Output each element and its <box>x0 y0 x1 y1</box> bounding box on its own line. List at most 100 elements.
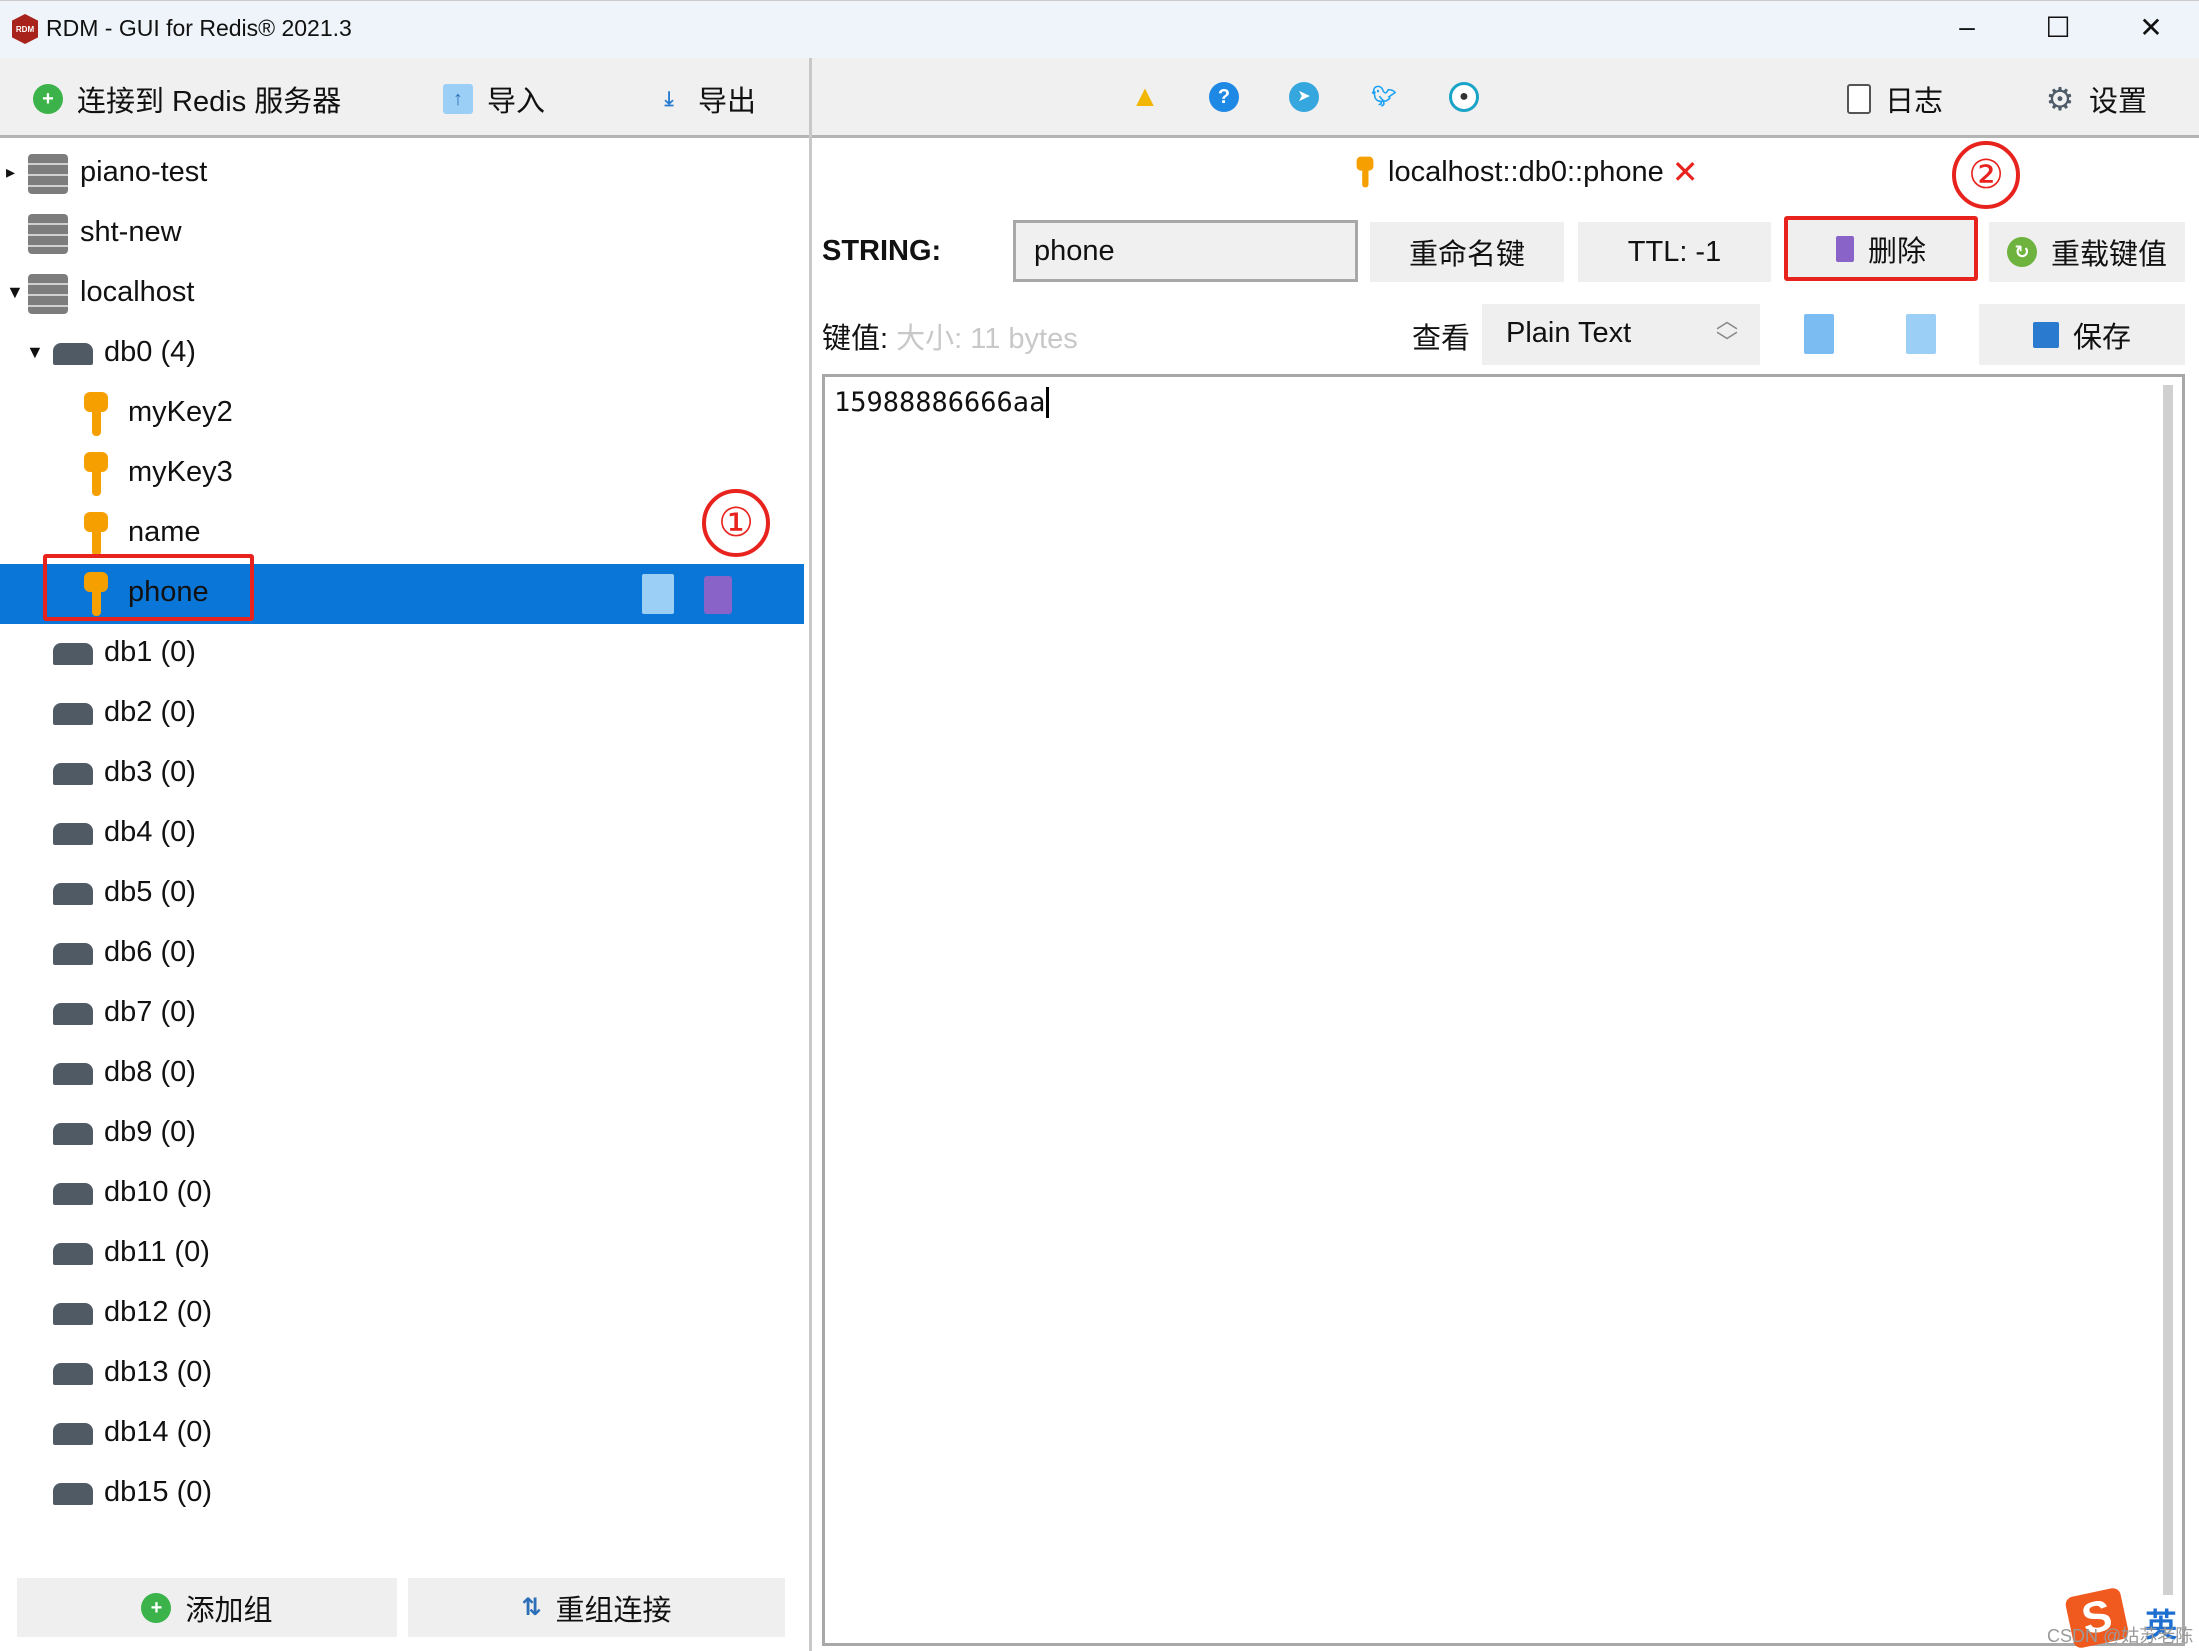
reload-label: 重载键值 <box>2050 239 2167 271</box>
connect-button[interactable]: + 连接到 Redis 服务器 <box>33 78 341 120</box>
delete-key-icon[interactable] <box>704 576 732 614</box>
tree-item[interactable]: db6 (0) <box>0 924 804 984</box>
value-label: 键值: <box>822 323 889 355</box>
tree-item-label: db12 (0) <box>104 1296 213 1328</box>
add-group-button[interactable]: + 添加组 <box>17 1578 397 1637</box>
log-button[interactable]: 日志 <box>1847 78 1943 120</box>
database-icon <box>53 1183 93 1205</box>
settings-button[interactable]: ⚙ 设置 <box>2045 78 2147 120</box>
server-icon <box>28 214 68 254</box>
tree-item-label: db1 (0) <box>104 636 196 668</box>
tree-item[interactable]: db15 (0) <box>0 1464 804 1524</box>
tree-item[interactable]: db5 (0) <box>0 864 804 924</box>
key-icon <box>81 392 111 436</box>
value-editor[interactable]: 15988886666aa <box>822 374 2185 1646</box>
scrollbar[interactable] <box>2163 385 2173 1595</box>
maximize-button[interactable]: ☐ <box>2038 11 2078 44</box>
value-size: 大小: 11 bytes <box>896 323 1078 355</box>
tree-item-label: name <box>128 516 201 548</box>
tree-item[interactable]: myKey3 <box>0 444 804 504</box>
server-icon <box>28 154 68 194</box>
value-info: 键值: 大小: 11 bytes <box>822 315 1078 357</box>
tree-item[interactable]: db8 (0) <box>0 1044 804 1104</box>
add-group-label: 添加组 <box>185 1594 273 1627</box>
tree-item[interactable]: db11 (0) <box>0 1224 804 1284</box>
tree-item[interactable]: db10 (0) <box>0 1164 804 1224</box>
window-title: RDM - GUI for Redis® 2021.3 <box>46 15 352 41</box>
tree-item[interactable]: ▸ piano-test <box>0 144 804 204</box>
reload-key-button[interactable]: ↻ 重载键值 <box>1989 222 2185 282</box>
connection-tree: ▸ piano-test sht-new ▼ localhost ▼ db0 (4) myKe… <box>0 144 804 1564</box>
tree-item[interactable]: db2 (0) <box>0 684 804 744</box>
database-icon <box>53 1303 93 1325</box>
reconnect-button[interactable]: ⇅ 重组连接 <box>408 1578 785 1637</box>
close-tab-icon[interactable]: ✕ <box>1672 153 1699 191</box>
export-button[interactable]: ⤓ 导出 <box>654 78 756 120</box>
save-button[interactable]: 保存 <box>1979 304 2185 365</box>
tree-item[interactable]: db13 (0) <box>0 1344 804 1404</box>
expand-arrow-icon[interactable]: ▼ <box>26 342 44 363</box>
rename-key-button[interactable]: 重命名键 <box>1370 222 1564 282</box>
app-logo: RDM <box>12 14 38 44</box>
tree-item[interactable]: db14 (0) <box>0 1404 804 1464</box>
watermark: CSDN @姑苏老陈 <box>2047 1626 2194 1646</box>
tree-item[interactable]: myKey2 <box>0 384 804 444</box>
panel-splitter[interactable] <box>809 58 812 1651</box>
tab-title: localhost::db0::phone <box>1388 155 1664 188</box>
trash-icon <box>1835 235 1854 262</box>
reconnect-icon: ⇅ <box>521 1594 542 1621</box>
tree-item[interactable]: db7 (0) <box>0 984 804 1044</box>
ttl-button[interactable]: TTL: -1 <box>1578 222 1771 282</box>
tree-item[interactable]: ▼ localhost <box>0 264 804 324</box>
telegram-icon[interactable]: ➤ <box>1289 82 1319 112</box>
tree-item[interactable]: db12 (0) <box>0 1284 804 1344</box>
database-icon <box>53 643 93 665</box>
database-icon <box>53 1423 93 1445</box>
copy-key-icon[interactable] <box>642 574 674 614</box>
tree-item[interactable]: db3 (0) <box>0 744 804 804</box>
tree-item-label: db10 (0) <box>104 1176 213 1208</box>
close-window-button[interactable]: ✕ <box>2131 11 2171 44</box>
key-name-input[interactable]: phone <box>1013 220 1358 282</box>
tree-item-label: localhost <box>80 276 195 308</box>
tree-item[interactable]: db4 (0) <box>0 804 804 864</box>
view-mode-select[interactable]: Plain Text ︿ ﹀ <box>1482 304 1760 365</box>
plus-icon: + <box>141 1592 172 1623</box>
document-icon[interactable] <box>1906 314 1936 354</box>
import-icon: ↑ <box>443 84 473 114</box>
tree-item-label: db6 (0) <box>104 936 196 968</box>
copy-value-icon[interactable] <box>1804 314 1834 354</box>
annotation-box-phone <box>43 554 254 621</box>
expand-arrow-icon[interactable]: ▼ <box>6 282 24 303</box>
reconnect-label: 重组连接 <box>555 1594 672 1627</box>
connect-label: 连接到 Redis 服务器 <box>77 86 342 118</box>
toolbar: + 连接到 Redis 服务器 ↑ 导入 ⤓ 导出 ▲ ? ➤ 🐦︎ ● 日志 ⚙ 设置 <box>0 58 2199 138</box>
delete-key-button[interactable]: 删除 <box>1784 216 1978 281</box>
plus-icon: + <box>33 84 63 114</box>
database-icon <box>53 763 93 785</box>
import-button[interactable]: ↑ 导入 <box>443 78 545 120</box>
tree-item-label: db4 (0) <box>104 816 196 848</box>
database-icon <box>53 703 93 725</box>
gear-icon: ⚙ <box>2045 81 2075 117</box>
reload-icon: ↻ <box>2006 237 2037 267</box>
database-icon <box>53 943 93 965</box>
tree-item[interactable]: ▼ db0 (4) <box>0 324 804 384</box>
minimize-button[interactable]: – <box>1947 11 1987 43</box>
github-icon[interactable]: ● <box>1449 82 1479 112</box>
tab-localhost-db0-phone[interactable]: localhost::db0::phone ✕ <box>1350 150 1699 194</box>
key-icon <box>81 512 111 556</box>
title-bar: RDM RDM - GUI for Redis® 2021.3 – ☐ ✕ <box>0 0 2199 58</box>
expand-arrow-icon[interactable]: ▸ <box>6 162 15 183</box>
database-icon <box>53 1363 93 1385</box>
warning-icon[interactable]: ▲ <box>1130 82 1160 112</box>
tree-item[interactable]: sht-new <box>0 204 804 264</box>
help-icon[interactable]: ? <box>1209 82 1239 112</box>
twitter-icon[interactable]: 🐦︎ <box>1369 82 1399 112</box>
tree-item[interactable]: db9 (0) <box>0 1104 804 1164</box>
annotation-circle-2: ② <box>1952 141 2020 209</box>
annotation-circle-1: ① <box>702 489 770 557</box>
database-icon <box>53 823 93 845</box>
tree-item[interactable]: db1 (0) <box>0 624 804 684</box>
database-icon <box>53 343 93 365</box>
